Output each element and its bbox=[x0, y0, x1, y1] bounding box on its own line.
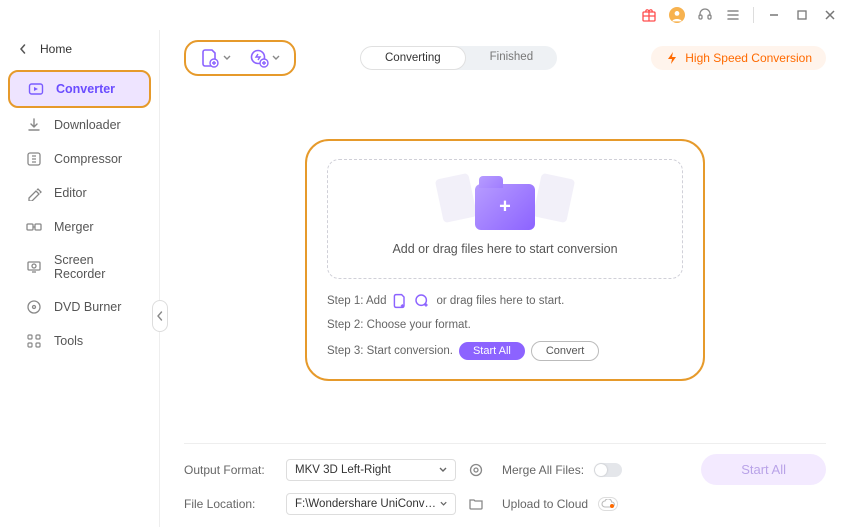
conversion-tabs: Converting Finished bbox=[360, 46, 557, 70]
sidebar-item-label: Downloader bbox=[54, 118, 121, 132]
sidebar-item-screen-recorder[interactable]: Screen Recorder bbox=[8, 244, 151, 290]
folder-plus-icon: + bbox=[475, 184, 535, 230]
step-2: Step 2: Choose your format. bbox=[327, 319, 683, 331]
step-3: Step 3: Start conversion. Start All Conv… bbox=[327, 341, 683, 361]
convert-mini-button[interactable]: Convert bbox=[531, 341, 600, 361]
gift-icon[interactable] bbox=[641, 7, 657, 23]
output-format-value: MKV 3D Left-Right bbox=[295, 464, 391, 476]
output-format-label: Output Format: bbox=[184, 463, 276, 477]
add-folder-icon bbox=[414, 293, 430, 309]
file-location-dropdown[interactable]: F:\Wondershare UniConverter 1 bbox=[286, 493, 456, 515]
user-icon[interactable] bbox=[669, 7, 685, 23]
sidebar-item-editor[interactable]: Editor bbox=[8, 176, 151, 210]
drop-headline: Add or drag files here to start conversi… bbox=[392, 242, 617, 256]
start-all-button[interactable]: Start All bbox=[701, 454, 826, 485]
sidebar-item-label: Merger bbox=[54, 220, 94, 234]
settings-icon-button[interactable] bbox=[466, 460, 486, 480]
title-bar bbox=[0, 0, 850, 30]
add-folder-button[interactable] bbox=[249, 48, 280, 68]
support-icon[interactable] bbox=[697, 7, 713, 23]
back-home[interactable]: Home bbox=[0, 34, 159, 70]
tab-converting[interactable]: Converting bbox=[360, 46, 466, 70]
chevron-down-icon bbox=[223, 54, 231, 62]
dvd-icon bbox=[26, 299, 42, 315]
tools-icon bbox=[26, 333, 42, 349]
drop-zone[interactable]: + Add or drag files here to start conver… bbox=[327, 159, 683, 279]
drop-zone-card: + Add or drag files here to start conver… bbox=[305, 139, 705, 381]
sidebar-item-label: Compressor bbox=[54, 152, 122, 166]
sidebar-item-converter[interactable]: Converter bbox=[8, 70, 151, 108]
cloud-icon[interactable] bbox=[598, 497, 618, 511]
file-location-value: F:\Wondershare UniConverter 1 bbox=[295, 498, 440, 510]
main-panel: Converting Finished High Speed Conversio… bbox=[160, 30, 850, 527]
add-folder-icon bbox=[249, 48, 269, 68]
sidebar-item-label: Editor bbox=[54, 186, 87, 200]
output-format-dropdown[interactable]: MKV 3D Left-Right bbox=[286, 459, 456, 481]
back-home-label: Home bbox=[40, 42, 72, 56]
folder-icon bbox=[468, 496, 484, 512]
merge-label: Merge All Files: bbox=[502, 463, 584, 477]
chevron-left-icon bbox=[18, 44, 28, 54]
sidebar-item-label: Tools bbox=[54, 334, 83, 348]
chevron-left-icon bbox=[156, 311, 164, 321]
gear-icon bbox=[468, 462, 484, 478]
tab-finished[interactable]: Finished bbox=[466, 46, 557, 70]
add-file-button[interactable] bbox=[200, 48, 231, 68]
sidebar-item-downloader[interactable]: Downloader bbox=[8, 108, 151, 142]
merge-toggle[interactable] bbox=[594, 463, 622, 477]
lightning-icon bbox=[665, 51, 679, 65]
upload-cloud-label: Upload to Cloud bbox=[502, 497, 588, 511]
close-icon[interactable] bbox=[822, 7, 838, 23]
chevron-down-icon bbox=[439, 466, 447, 474]
sidebar-item-merger[interactable]: Merger bbox=[8, 210, 151, 244]
bottom-bar: Output Format: MKV 3D Left-Right Merge A… bbox=[184, 443, 826, 515]
sidebar-item-tools[interactable]: Tools bbox=[8, 324, 151, 358]
add-button-group bbox=[184, 40, 296, 76]
compress-icon bbox=[26, 151, 42, 167]
menu-icon[interactable] bbox=[725, 7, 741, 23]
file-location-label: File Location: bbox=[184, 497, 276, 511]
maximize-icon[interactable] bbox=[794, 7, 810, 23]
sidebar-item-label: Screen Recorder bbox=[54, 253, 133, 281]
sidebar-item-label: DVD Burner bbox=[54, 300, 121, 314]
download-icon bbox=[26, 117, 42, 133]
add-file-icon bbox=[200, 48, 220, 68]
high-speed-label: High Speed Conversion bbox=[685, 51, 812, 65]
sidebar: Home Converter Downloader Compressor Ed bbox=[0, 30, 160, 527]
merger-icon bbox=[26, 219, 42, 235]
sidebar-item-compressor[interactable]: Compressor bbox=[8, 142, 151, 176]
converter-icon bbox=[28, 81, 44, 97]
high-speed-badge[interactable]: High Speed Conversion bbox=[651, 46, 826, 70]
recorder-icon bbox=[26, 259, 42, 275]
chevron-down-icon bbox=[440, 500, 447, 508]
step-1: Step 1: Add or drag files here to start. bbox=[327, 293, 683, 309]
start-all-mini-button[interactable]: Start All bbox=[459, 342, 525, 360]
chevron-down-icon bbox=[272, 54, 280, 62]
sidebar-item-label: Converter bbox=[56, 82, 115, 96]
toolbar: Converting Finished High Speed Conversio… bbox=[184, 40, 826, 76]
minimize-icon[interactable] bbox=[766, 7, 782, 23]
open-folder-button[interactable] bbox=[466, 494, 486, 514]
add-file-icon bbox=[392, 293, 408, 309]
editor-icon bbox=[26, 185, 42, 201]
sidebar-item-dvd-burner[interactable]: DVD Burner bbox=[8, 290, 151, 324]
sidebar-collapse-handle[interactable] bbox=[152, 300, 168, 332]
